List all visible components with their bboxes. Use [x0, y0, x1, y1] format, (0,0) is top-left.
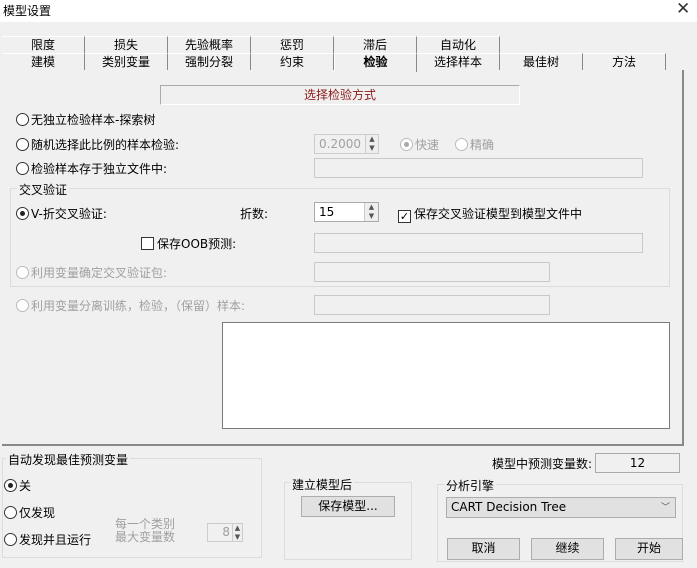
- variable-list-box[interactable]: [222, 322, 670, 429]
- radio-icon: [16, 113, 29, 126]
- random-proportion-spinner[interactable]: 0.2000 ▲ ▼: [314, 134, 379, 154]
- spin-arrows-icon[interactable]: ▲ ▼: [232, 524, 242, 541]
- var-separate-input[interactable]: [314, 295, 550, 315]
- radio-discover-run[interactable]: 发现并且运行: [4, 531, 91, 548]
- radio-auto-off[interactable]: 关: [4, 477, 31, 494]
- checkbox-icon: [141, 237, 154, 250]
- spin-arrows-icon[interactable]: ▲ ▼: [364, 203, 378, 221]
- value: 15: [319, 205, 335, 219]
- label: 仅发现: [19, 506, 56, 520]
- radio-discover-only[interactable]: 仅发现: [4, 504, 55, 521]
- tab-0[interactable]: 限度: [2, 36, 85, 53]
- per-class-spinner[interactable]: 8 ▲ ▼: [207, 523, 243, 542]
- tab-2[interactable]: 先验概率: [168, 36, 251, 53]
- radio-vfold[interactable]: V-折交叉验证:: [16, 205, 107, 222]
- engine-label: 分析引擎: [444, 477, 497, 494]
- value: 0.2000: [319, 137, 361, 151]
- radio-icon: [16, 207, 29, 220]
- radio-icon: [4, 506, 17, 519]
- engine-select[interactable]: CART Decision Tree ﹀: [446, 497, 676, 518]
- label-line2: 最大变量数: [115, 530, 176, 544]
- label: 快速: [415, 138, 440, 152]
- radio-random[interactable]: 随机选择此比例的样本检验:: [16, 136, 179, 153]
- label: 利用变量分离训练，检验，（保留）样本:: [31, 299, 246, 313]
- radio-no-test[interactable]: 无独立检验样本-探索树: [16, 111, 155, 128]
- radio-icon: [16, 138, 29, 151]
- cv-group-label: 交叉验证: [17, 181, 70, 198]
- label: 无独立检验样本-探索树: [31, 113, 156, 127]
- tab-6[interactable]: 最佳树: [500, 53, 583, 70]
- predictor-count-label: 模型中预测变量数:: [491, 457, 592, 471]
- save-model-button[interactable]: 保存模型...: [301, 496, 395, 517]
- chevron-down-icon: ﹀: [660, 503, 670, 513]
- label: 精确: [470, 138, 495, 152]
- per-class-label: 每一个类别 最大变量数: [115, 518, 175, 544]
- save-cv-checkbox[interactable]: ✓ 保存交叉验证模型到模型文件中: [398, 205, 582, 223]
- folds-spinner[interactable]: 15 ▲ ▼: [314, 202, 379, 222]
- label: 关: [19, 479, 32, 493]
- after-build-label: 建立模型后: [290, 476, 355, 493]
- cancel-button[interactable]: 取消: [447, 538, 520, 560]
- radio-icon: [16, 162, 29, 175]
- title-bar: [0, 0, 697, 22]
- tab-5[interactable]: 自动化: [417, 36, 500, 53]
- oob-input[interactable]: [314, 233, 643, 253]
- label: 利用变量确定交叉验证包:: [31, 266, 168, 280]
- tab-7[interactable]: 方法: [583, 53, 666, 70]
- radio-icon: [16, 299, 29, 312]
- radio-var-bins[interactable]: 利用变量确定交叉验证包:: [16, 264, 167, 281]
- window-title: 模型设置: [3, 4, 52, 18]
- tab-3[interactable]: 惩罚: [251, 36, 334, 53]
- tab-0[interactable]: 建模: [2, 53, 85, 70]
- radio-icon: [16, 266, 29, 279]
- radio-exact[interactable]: 精确: [455, 136, 494, 153]
- value: 8: [222, 525, 230, 539]
- tab-2[interactable]: 强制分裂: [168, 53, 251, 70]
- predictor-count: 12: [595, 453, 680, 473]
- start-button[interactable]: 开始: [615, 538, 683, 560]
- auto-group-label: 自动发现最佳预测变量: [6, 451, 131, 468]
- var-bins-input[interactable]: [314, 262, 550, 282]
- continue-button[interactable]: 继续: [531, 538, 604, 560]
- tab-4[interactable]: 滞后: [334, 36, 417, 53]
- separate-file-input[interactable]: [314, 158, 643, 178]
- label: 随机选择此比例的样本检验:: [31, 138, 180, 152]
- after-build-group: [284, 482, 412, 560]
- tab-1[interactable]: 损失: [85, 36, 168, 53]
- tab-3[interactable]: 约束: [251, 53, 334, 70]
- label: 检验样本存于独立文件中:: [31, 162, 168, 176]
- tab-1[interactable]: 类别变量: [85, 53, 168, 70]
- radio-icon: [400, 138, 413, 151]
- radio-var-separate[interactable]: 利用变量分离训练，检验，（保留）样本:: [16, 297, 245, 314]
- radio-icon: [4, 533, 17, 546]
- radio-icon: [4, 479, 17, 492]
- radio-icon: [455, 138, 468, 151]
- section-header: 选择检验方式: [160, 85, 520, 105]
- label: 保存交叉验证模型到模型文件中: [414, 207, 583, 221]
- folds-label: 折数:: [240, 207, 269, 221]
- radio-fast[interactable]: 快速: [400, 136, 439, 153]
- spin-arrows-icon[interactable]: ▲ ▼: [365, 135, 378, 153]
- checkmark-icon: ✓: [398, 210, 411, 223]
- label: 发现并且运行: [19, 533, 92, 547]
- label: 保存OOB预测:: [157, 237, 237, 251]
- tab-5[interactable]: 选择样本: [417, 53, 500, 70]
- close-icon[interactable]: ✕: [676, 0, 690, 19]
- radio-separate-file[interactable]: 检验样本存于独立文件中:: [16, 160, 167, 177]
- value: CART Decision Tree: [451, 500, 567, 514]
- save-oob-checkbox[interactable]: 保存OOB预测:: [141, 235, 236, 252]
- label: V-折交叉验证:: [31, 207, 107, 221]
